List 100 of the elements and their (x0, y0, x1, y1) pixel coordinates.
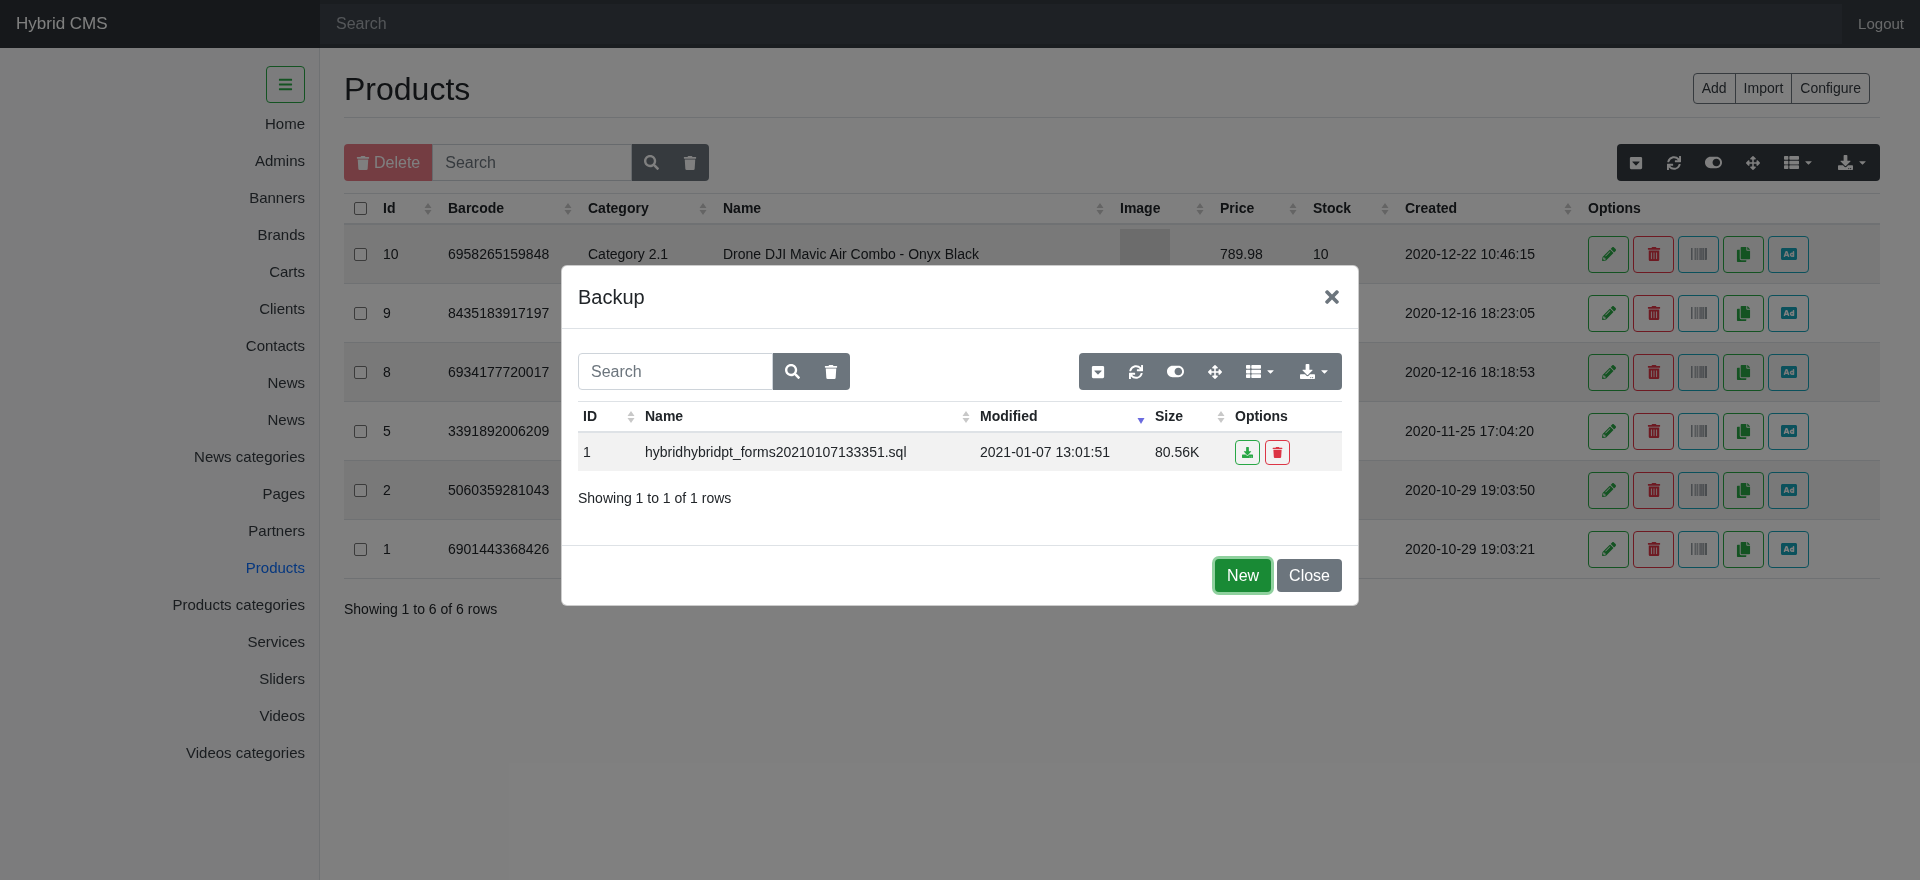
delete-button[interactable] (1633, 294, 1674, 332)
sidebar-item[interactable]: Services (247, 624, 305, 661)
sidebar-item[interactable]: News (267, 402, 305, 439)
barcode-button[interactable] (1678, 530, 1719, 568)
checkbox[interactable] (354, 365, 367, 379)
sidebar-item[interactable]: Brands (257, 217, 305, 254)
checkbox[interactable] (354, 202, 367, 215)
barcode-button[interactable] (1678, 235, 1719, 273)
barcode-button[interactable] (1678, 471, 1719, 509)
copy-button[interactable] (1723, 235, 1764, 273)
column-header[interactable]: ID (583, 406, 597, 427)
table-cell-text: Drone DJI Mavic Air Combo - Onyx Black (723, 244, 979, 264)
column-header[interactable]: Barcode (448, 198, 505, 219)
logout-link[interactable]: Logout (1842, 12, 1920, 36)
copy-button[interactable] (1723, 294, 1764, 332)
column-header[interactable]: Image (1120, 198, 1161, 219)
download-icon (1300, 364, 1315, 379)
pencil-icon (1601, 306, 1616, 320)
checkbox[interactable] (354, 247, 367, 261)
sidebar-item[interactable]: Carts (269, 254, 305, 291)
barcode-button[interactable] (1678, 353, 1719, 391)
sidebar-item[interactable]: Products categories (172, 587, 305, 624)
barcode-button[interactable] (1678, 412, 1719, 450)
delete-button[interactable] (1633, 235, 1674, 273)
ad-icon (1780, 364, 1797, 380)
edit-button[interactable] (1588, 235, 1629, 273)
search-field[interactable]: Search (578, 353, 773, 390)
ad-button[interactable] (1768, 235, 1809, 273)
ad-icon (1780, 541, 1797, 557)
column-header[interactable]: Size (1155, 406, 1183, 427)
copy-button[interactable] (1723, 412, 1764, 450)
checkbox[interactable] (354, 483, 367, 497)
sidebar-item[interactable]: News (267, 365, 305, 402)
move-arrows-icon (1208, 364, 1222, 379)
action-button[interactable]: Add (1692, 73, 1736, 104)
column-header[interactable]: Name (645, 406, 684, 427)
checkbox[interactable] (354, 306, 367, 320)
column-header[interactable]: Stock (1313, 198, 1352, 219)
dialog-button[interactable]: Close (1277, 559, 1342, 592)
table-cell-text: 2020-12-16 18:18:53 (1405, 362, 1535, 382)
column-header[interactable]: Created (1405, 198, 1458, 219)
delete-button[interactable] (1265, 439, 1290, 465)
action-button[interactable]: Configure (1791, 73, 1870, 104)
edit-button[interactable] (1588, 412, 1629, 450)
column-header[interactable]: Id (383, 198, 396, 219)
action-button[interactable]: Import (1734, 73, 1793, 104)
menu-toggle-button[interactable] (266, 66, 305, 103)
ad-button[interactable] (1768, 412, 1809, 450)
checkbox[interactable] (354, 542, 367, 556)
sidebar-item[interactable]: Partners (248, 513, 305, 550)
dialog-title: Backup (578, 285, 645, 310)
sidebar-item[interactable]: Sliders (259, 661, 305, 698)
sidebar-item[interactable]: Home (265, 106, 305, 143)
edit-button[interactable] (1588, 530, 1629, 568)
delete-button[interactable] (1633, 471, 1674, 509)
refresh-icon (1667, 155, 1681, 170)
sidebar-item[interactable]: Videos categories (186, 735, 305, 772)
ad-button[interactable] (1768, 353, 1809, 391)
table-cell: 1 (583, 443, 591, 460)
column-header[interactable]: Options (1235, 406, 1288, 427)
sidebar-item[interactable]: Pages (262, 476, 305, 513)
column-header[interactable]: Name (723, 198, 762, 219)
brand-name[interactable]: Hybrid CMS (0, 0, 320, 48)
pencil-icon (1601, 483, 1616, 497)
dialog-button[interactable]: New (1215, 559, 1272, 592)
download-button[interactable] (1235, 439, 1260, 465)
ad-button[interactable] (1768, 294, 1809, 332)
column-header[interactable]: Category (588, 198, 649, 219)
table-cell: 2021-01-07 13:01:51 (980, 443, 1110, 460)
table-cell-text: 8 (383, 362, 391, 382)
sidebar-item[interactable]: Videos (259, 698, 305, 735)
copy-button[interactable] (1723, 353, 1764, 391)
trash-icon (1646, 306, 1661, 320)
sidebar-item[interactable]: Contacts (245, 328, 305, 365)
search-field[interactable]: Search (432, 144, 633, 181)
delete-button[interactable] (1633, 530, 1674, 568)
table-cell-text: 2020-12-22 10:46:15 (1405, 244, 1535, 264)
sidebar-item[interactable]: Products (245, 550, 305, 587)
sidebar-item[interactable]: Banners (249, 180, 305, 217)
barcode-button[interactable] (1678, 294, 1719, 332)
column-header[interactable]: Modified (980, 406, 1038, 427)
edit-button[interactable] (1588, 294, 1629, 332)
delete-button[interactable] (1633, 412, 1674, 450)
copy-button[interactable] (1723, 530, 1764, 568)
sidebar-item[interactable]: Clients (259, 291, 305, 328)
table-cell-text: 5 (383, 421, 391, 441)
checkbox[interactable] (354, 424, 367, 438)
sidebar-item[interactable]: Admins (254, 143, 305, 180)
column-header[interactable]: Options (1588, 198, 1641, 219)
sidebar-item[interactable]: News categories (194, 439, 305, 476)
pencil-icon (1601, 247, 1616, 261)
edit-button[interactable] (1588, 471, 1629, 509)
edit-button[interactable] (1588, 353, 1629, 391)
ad-button[interactable] (1768, 471, 1809, 509)
column-header[interactable]: Price (1220, 198, 1255, 219)
delete-button[interactable] (1633, 353, 1674, 391)
search-icon (785, 364, 800, 379)
close-button[interactable] (1322, 287, 1342, 307)
ad-button[interactable] (1768, 530, 1809, 568)
copy-button[interactable] (1723, 471, 1764, 509)
